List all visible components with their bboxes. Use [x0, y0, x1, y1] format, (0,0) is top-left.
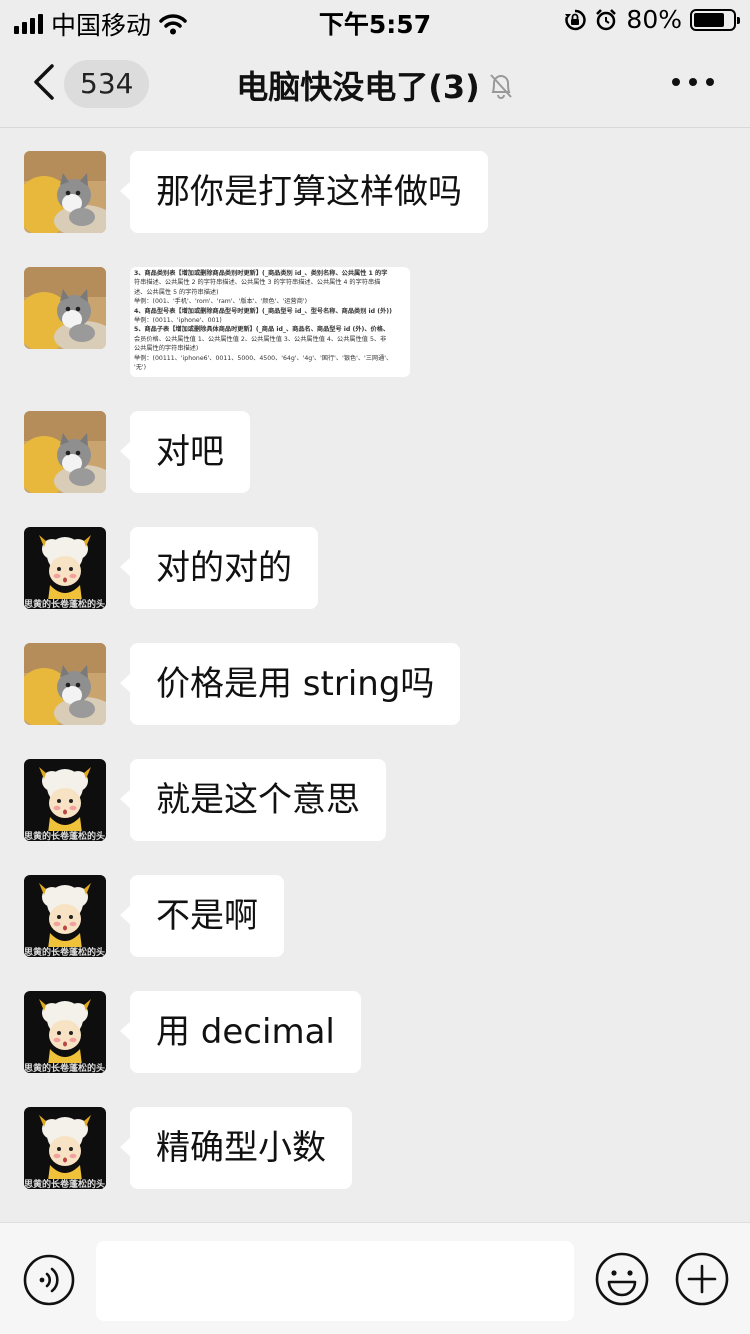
plus-icon[interactable]	[674, 1251, 730, 1307]
chat-header: 534 电脑快没电了(3)	[0, 40, 750, 128]
header-divider	[0, 127, 750, 128]
message-row: 3、商品类别表【增加或删除商品类别时更新】(_商品类别 id_、类别名称、公共属…	[24, 267, 410, 377]
message-row: 思黄的长卷蓬松的头发 就是这个意思	[24, 759, 386, 841]
sheep-avatar-icon[interactable]: 思黄的长卷蓬松的头发	[24, 759, 106, 841]
avatar-caption: 思黄的长卷蓬松的头发	[24, 831, 106, 841]
cat-avatar-icon[interactable]	[24, 267, 106, 349]
chat-title: 电脑快没电了(3)	[236, 68, 480, 106]
avatar-caption: 思黄的长卷蓬松的头发	[24, 599, 106, 609]
image-message[interactable]: 3、商品类别表【增加或删除商品类别时更新】(_商品类别 id_、类别名称、公共属…	[130, 267, 410, 377]
cat-avatar-icon[interactable]	[24, 411, 106, 493]
sheep-avatar-icon[interactable]: 思黄的长卷蓬松的头发	[24, 875, 106, 957]
image-text-line: 举例：(00111、'iphone6'、0011、5000、4500、'64g'…	[134, 354, 393, 362]
message-bubble[interactable]: 不是啊	[120, 875, 284, 957]
image-text-line: 举例：(0011、'iphone'、001)	[134, 317, 222, 325]
status-bar: 中国移动 下午5:57 80%	[0, 0, 750, 40]
cat-avatar-icon[interactable]	[24, 151, 106, 233]
sheep-avatar-icon[interactable]: 思黄的长卷蓬松的头发	[24, 1107, 106, 1189]
image-text-line: 会员价格、公共属性值 1、公共属性值 2、公共属性值 3、公共属性值 4、公共属…	[134, 335, 387, 343]
chat-title-wrap: 电脑快没电了(3)	[0, 62, 750, 108]
sheep-avatar-icon[interactable]: 思黄的长卷蓬松的头发	[24, 991, 106, 1073]
cat-avatar-icon[interactable]	[24, 643, 106, 725]
message-bubble[interactable]: 用 decimal	[120, 991, 361, 1073]
message-bubble[interactable]: 对吧	[120, 411, 250, 493]
battery-percent: 80%	[626, 5, 682, 34]
battery-icon	[690, 8, 740, 31]
voice-icon[interactable]	[22, 1253, 76, 1307]
message-row: 思黄的长卷蓬松的头发 不是啊	[24, 875, 284, 957]
image-text-line: 举例：(001、'手机'、'rom'、'ram'、'版本'、'颜色'、'运营商'…	[134, 298, 308, 306]
sheep-avatar-icon[interactable]: 思黄的长卷蓬松的头发	[24, 527, 106, 609]
message-row: 那你是打算这样做吗	[24, 151, 488, 233]
avatar-caption: 思黄的长卷蓬松的头发	[24, 1179, 106, 1189]
rotation-lock-icon	[565, 9, 587, 30]
emoji-icon[interactable]	[594, 1251, 650, 1307]
input-bar	[0, 1222, 750, 1334]
image-text-line: 5、商品子表【增加或删除具体商品时更新】(_商品 id_、商品名、商品型号 id…	[134, 326, 390, 334]
message-row: 思黄的长卷蓬松的头发 用 decimal	[24, 991, 361, 1073]
image-text-line: 4、商品型号表【增加或删除商品型号时更新】(_商品型号 id_、型号名称、商品类…	[134, 307, 392, 315]
message-row: 思黄的长卷蓬松的头发 精确型小数	[24, 1107, 352, 1189]
message-row: 价格是用 string吗	[24, 643, 461, 725]
message-bubble[interactable]: 精确型小数	[120, 1107, 352, 1189]
image-text-line: 述、公共属性 5 的字符串描述)	[134, 288, 219, 296]
avatar-caption: 思黄的长卷蓬松的头发	[24, 947, 106, 957]
alarm-icon	[596, 8, 617, 30]
image-text-line: 公共属性的字符串描述)	[134, 345, 199, 353]
message-bubble[interactable]: 对的对的	[120, 527, 318, 609]
image-text-line: 3、商品类别表【增加或删除商品类别时更新】(_商品类别 id_、类别名称、公共属…	[134, 270, 388, 277]
message-row: 思黄的长卷蓬松的头发 对的对的	[24, 527, 318, 609]
image-text-line: 符串描述、公共属性 2 的字符串描述、公共属性 3 的字符串描述、公共属性 4 …	[134, 279, 381, 287]
message-row: 对吧	[24, 411, 250, 493]
more-dots-icon[interactable]	[672, 78, 714, 86]
avatar-caption: 思黄的长卷蓬松的头发	[24, 1063, 106, 1073]
message-bubble[interactable]: 那你是打算这样做吗	[120, 151, 488, 233]
message-bubble[interactable]: 就是这个意思	[120, 759, 386, 841]
image-text-line: '无')	[134, 364, 147, 372]
message-input[interactable]	[96, 1241, 574, 1321]
mute-bell-icon	[490, 74, 512, 99]
message-bubble[interactable]: 价格是用 string吗	[119, 643, 461, 725]
